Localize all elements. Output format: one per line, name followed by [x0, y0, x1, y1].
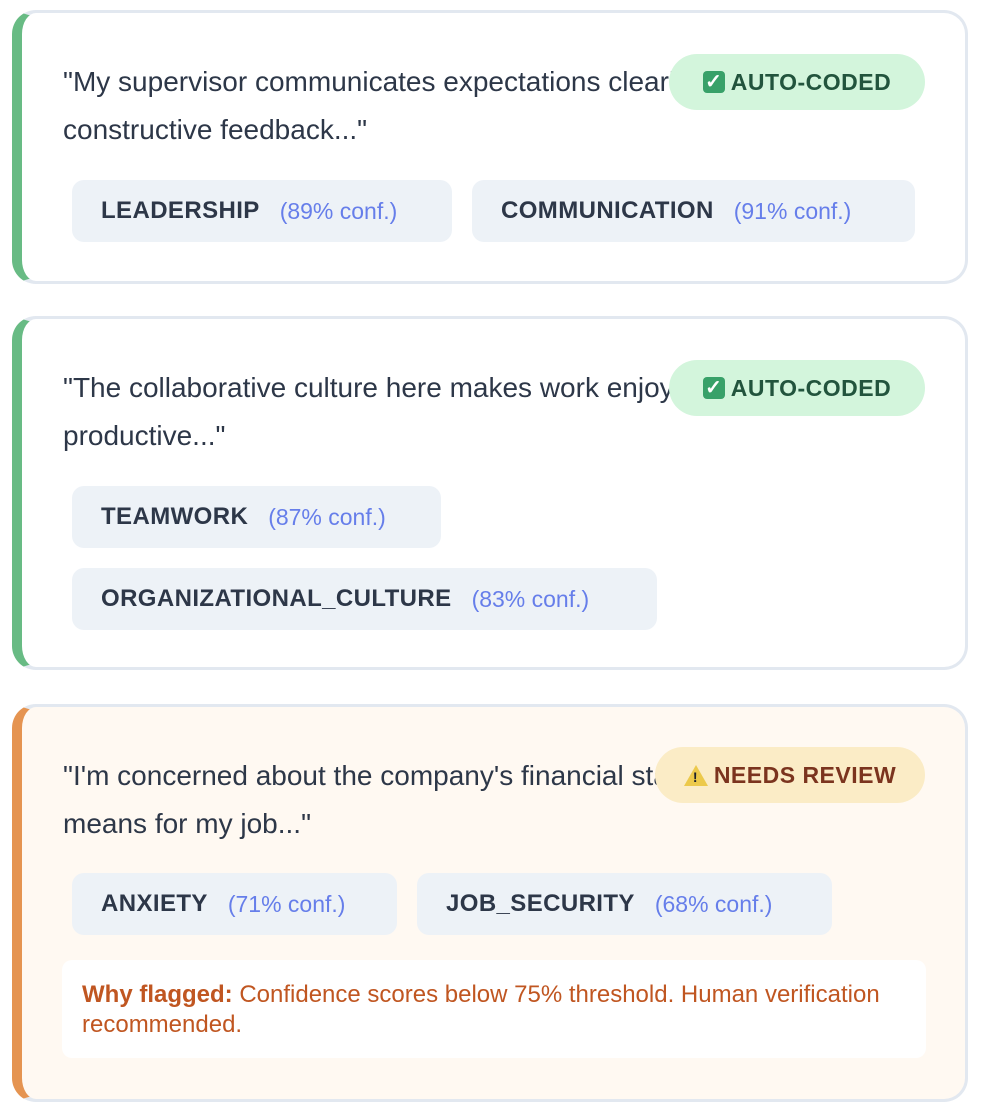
- tag-confidence: (87% conf.): [268, 503, 386, 530]
- tag-confidence: (83% conf.): [471, 585, 590, 612]
- code-tag-teamwork[interactable]: TEAMWORK (87% conf.): [72, 486, 441, 548]
- response-card-auto-coded: "The collaborative culture here makes wo…: [12, 316, 968, 670]
- tag-confidence: (91% conf.): [733, 197, 852, 224]
- status-label: NEEDS REVIEW: [713, 761, 897, 788]
- tag-confidence: (71% conf.): [227, 890, 346, 917]
- flag-label: Why flagged:: [82, 981, 233, 1008]
- check-icon: ✓: [702, 377, 725, 399]
- tag-name: LEADERSHIP: [101, 197, 260, 224]
- code-tag-leadership[interactable]: LEADERSHIP (89% conf.): [72, 180, 452, 242]
- auto-coded-badge: ✓ AUTO-CODED: [669, 360, 925, 416]
- status-label: AUTO-CODED: [730, 374, 892, 401]
- tag-name: COMMUNICATION: [501, 197, 714, 224]
- tag-name: TEAMWORK: [101, 503, 249, 530]
- response-card-needs-review: "I'm concerned about the company's finan…: [12, 704, 968, 1102]
- response-card-auto-coded: "My supervisor communicates expectations…: [12, 10, 968, 284]
- code-tag-job-security[interactable]: JOB_SECURITY (68% conf.): [417, 873, 832, 935]
- code-tag-communication[interactable]: COMMUNICATION (91% conf.): [472, 180, 915, 242]
- check-icon: ✓: [702, 71, 725, 93]
- tag-name: ANXIETY: [101, 890, 208, 917]
- tag-name: JOB_SECURITY: [446, 890, 635, 917]
- tag-name: ORGANIZATIONAL_CULTURE: [101, 585, 452, 612]
- auto-coded-badge: ✓ AUTO-CODED: [669, 54, 925, 110]
- flag-reason: Why flagged: Confidence scores below 75%…: [62, 960, 926, 1058]
- tag-confidence: (68% conf.): [654, 890, 773, 917]
- warning-icon: [683, 764, 708, 786]
- needs-review-badge: NEEDS REVIEW: [655, 747, 925, 803]
- tag-confidence: (89% conf.): [279, 197, 398, 224]
- code-tag-organizational-culture[interactable]: ORGANIZATIONAL_CULTURE (83% conf.): [72, 568, 657, 630]
- code-tag-anxiety[interactable]: ANXIETY (71% conf.): [72, 873, 397, 935]
- status-label: AUTO-CODED: [730, 68, 892, 95]
